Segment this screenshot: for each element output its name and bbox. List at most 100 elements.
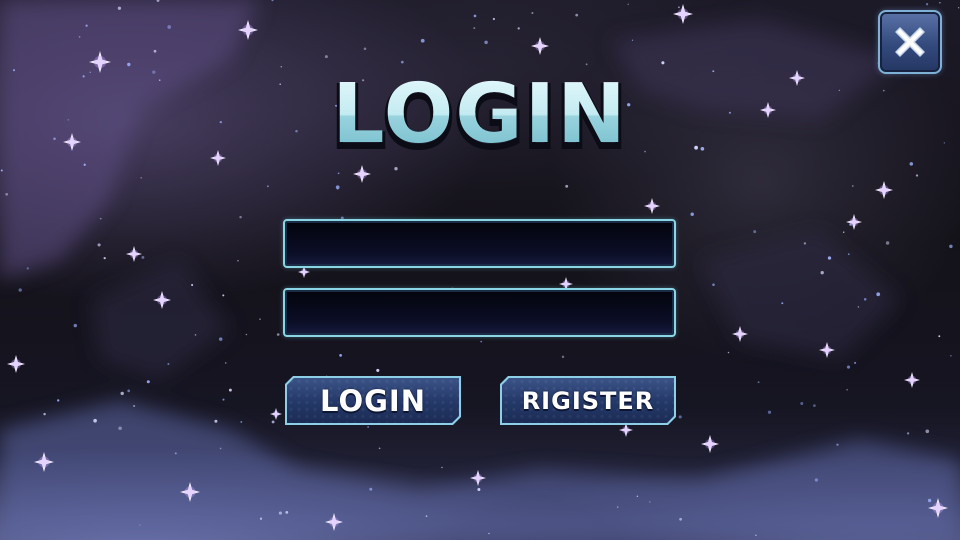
star-dot [222, 398, 225, 401]
star-dot [484, 40, 488, 45]
login-button-label: LOGIN [320, 383, 426, 418]
sparkle-glow [300, 268, 308, 276]
star-dot [712, 283, 715, 286]
star-dot [957, 7, 960, 9]
star-dot [219, 447, 222, 450]
star-dot [174, 452, 177, 455]
password-field[interactable] [283, 288, 676, 337]
close-button[interactable] [878, 10, 942, 74]
star-dot [531, 11, 534, 15]
star-dot [5, 192, 9, 196]
star-dot [335, 185, 340, 190]
star-dot [57, 399, 60, 402]
star-dot [222, 294, 225, 297]
star-dot [820, 271, 824, 275]
star-dot [224, 362, 227, 364]
star-dot [324, 55, 328, 59]
star-dot [939, 2, 941, 4]
star-dot [271, 420, 275, 424]
star-dot [18, 288, 22, 292]
star-dot [517, 27, 520, 30]
star-dot [85, 24, 88, 27]
sparkle-glow [93, 55, 107, 69]
star-dot [488, 532, 490, 535]
star-dot [0, 169, 3, 172]
star-dot [727, 351, 730, 354]
star-dot [473, 14, 477, 18]
star-dot [843, 231, 845, 233]
star-dot [378, 447, 381, 450]
star-dot [194, 334, 197, 336]
star-dot [631, 39, 634, 41]
star-dot [827, 256, 832, 260]
star-dot [167, 363, 170, 365]
star-dot [259, 318, 261, 320]
star-dot [863, 298, 867, 301]
star-dot [97, 243, 101, 247]
star-dot [127, 389, 131, 393]
star-dot [648, 501, 651, 503]
star-dot [369, 487, 373, 491]
star-dot [73, 323, 77, 328]
star-dot [259, 517, 263, 520]
star-dot [781, 302, 784, 305]
star-dot [146, 380, 150, 384]
star-dot [376, 368, 380, 372]
star-dot [337, 172, 340, 175]
star-dot [925, 429, 930, 434]
star-dot [133, 404, 136, 408]
star-dot [575, 13, 579, 17]
star-dot [477, 488, 481, 491]
star-dot [267, 185, 269, 188]
star-dot [885, 241, 890, 245]
sparkle-glow [184, 486, 196, 498]
star-dot [245, 333, 248, 336]
star-dot [120, 391, 124, 396]
close-icon [895, 27, 925, 57]
star-dot [339, 354, 342, 357]
star-dot [800, 402, 804, 405]
star-dot [480, 340, 482, 343]
register-button[interactable]: RIGISTER [500, 376, 676, 425]
star-dot [836, 443, 839, 446]
star-dot [420, 38, 425, 43]
star-dot [400, 60, 404, 64]
star-dot [43, 412, 46, 416]
star-dot [492, 17, 496, 21]
star-dot [473, 27, 476, 30]
star-dot [915, 174, 919, 177]
sparkle-glow [622, 426, 630, 434]
star-dot [876, 292, 881, 297]
login-button[interactable]: LOGIN [285, 376, 461, 425]
username-field[interactable] [283, 219, 676, 268]
game-screen: LOGIN LOGIN LOGIN RIGISTER [0, 0, 960, 540]
sparkle-glow [647, 201, 657, 211]
sparkle-glow [535, 41, 545, 51]
star-dot [191, 283, 194, 287]
star-dot [117, 6, 122, 10]
star-dot [857, 306, 860, 308]
star-dot [103, 256, 106, 260]
register-button-label: RIGISTER [521, 386, 655, 415]
star-dot [156, 0, 160, 2]
star-dot [237, 260, 239, 262]
star-dot [950, 355, 952, 357]
star-dot [26, 267, 29, 270]
star-dot [925, 3, 929, 6]
star-dot [218, 337, 223, 341]
star-dot [753, 230, 757, 234]
sparkle-glow [272, 410, 280, 418]
star-dot [938, 335, 941, 338]
star-dot [276, 333, 280, 336]
star-dot [93, 418, 97, 423]
sparkle-glow [473, 473, 483, 483]
sparkle-glow [879, 185, 889, 195]
sparkle-glow [357, 169, 367, 179]
star-dot [271, 0, 274, 2]
star-dot [803, 242, 807, 245]
sparkle-glow [242, 24, 254, 36]
star-dot [239, 215, 242, 219]
star-dot [757, 381, 760, 384]
star-dot [854, 361, 857, 364]
star-dot [228, 388, 232, 392]
